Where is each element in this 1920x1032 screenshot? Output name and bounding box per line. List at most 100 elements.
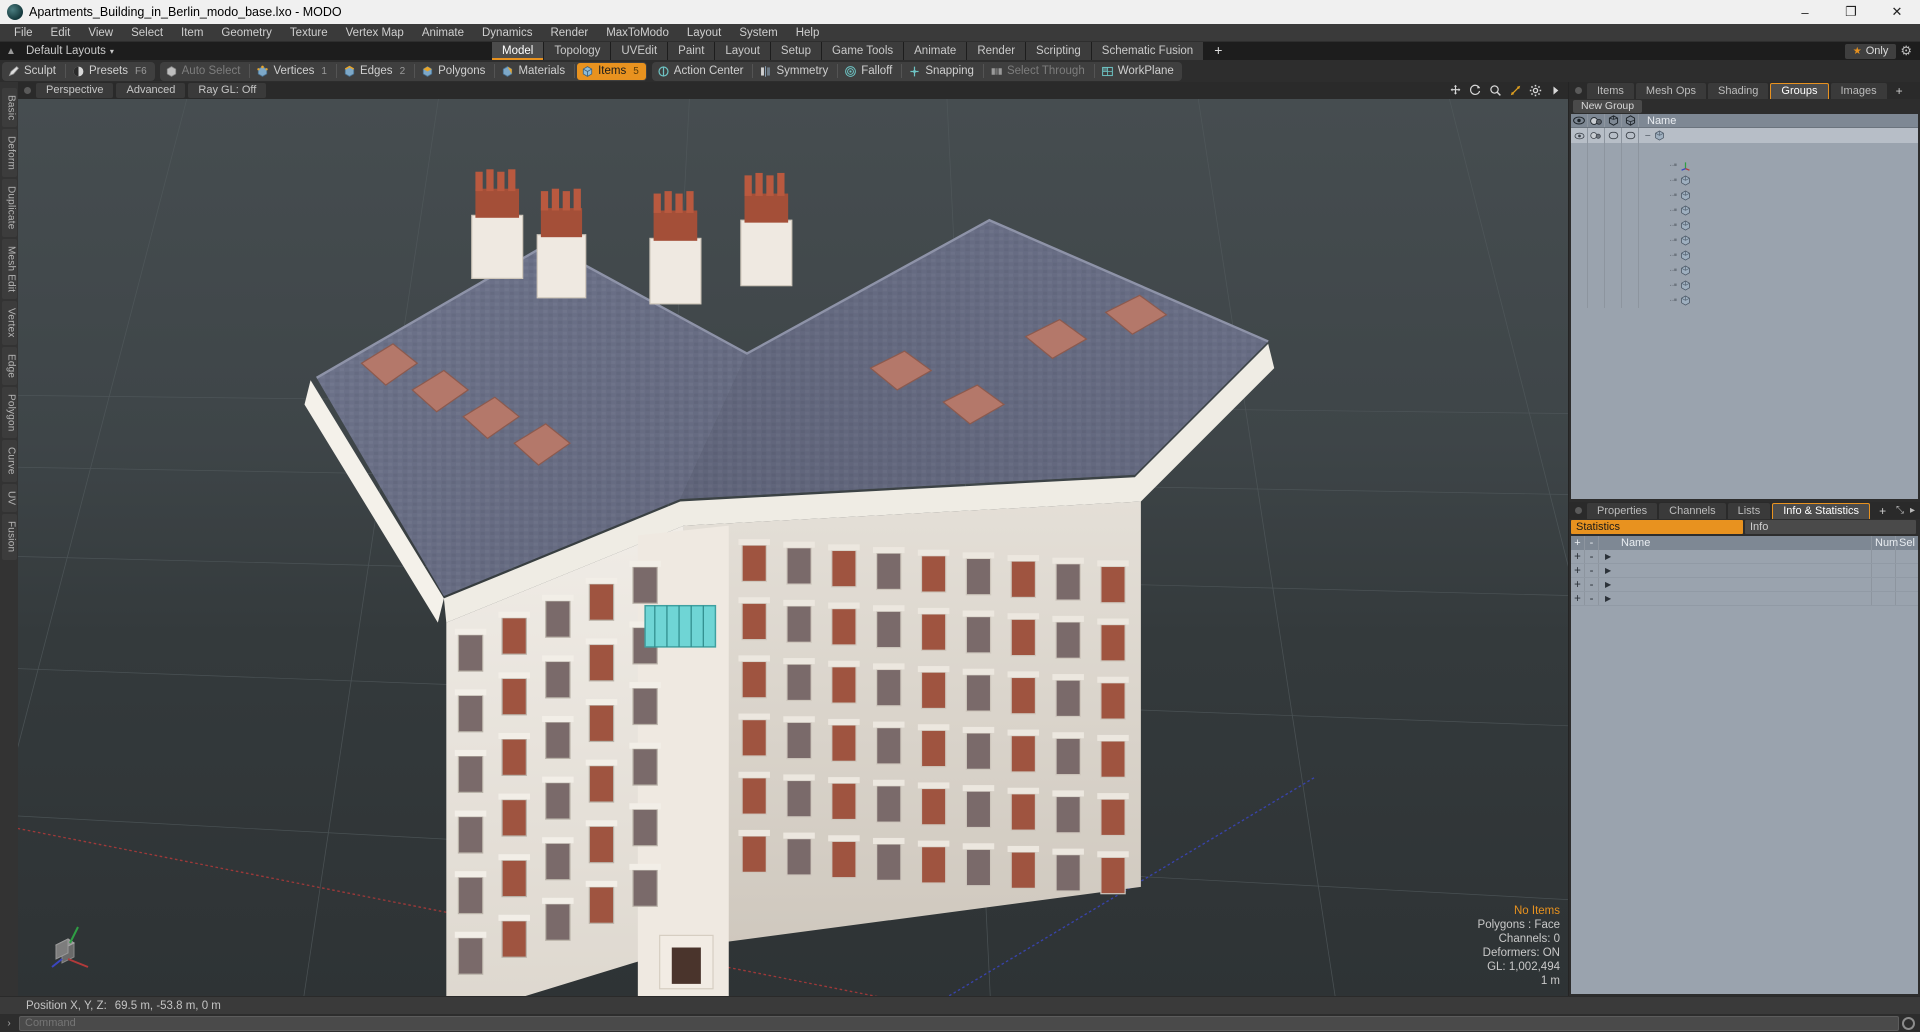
panel-chevron-right-icon[interactable]: ▸ [1910,505,1915,516]
item-row-toggle-1[interactable] [1588,203,1605,218]
item-row-toggle-0[interactable] [1571,143,1588,158]
expander-triangle-icon[interactable]: ▶ [1605,550,1611,564]
item-row-toggle-1[interactable] [1588,173,1605,188]
stats-remove-button[interactable]: - [1585,592,1599,605]
collapse-arrow-icon[interactable]: ▲ [0,46,22,57]
render-column-header[interactable] [1588,114,1605,127]
viewport-tab-raygl[interactable]: Ray GL: Off [188,83,267,98]
tree-expander[interactable]: – [1645,130,1650,141]
menu-select[interactable]: Select [122,24,172,42]
expander-triangle-icon[interactable]: ▶ [1605,578,1611,592]
item-list-row[interactable]: ··▪ [1571,233,1918,248]
stats-tab-info-statistics[interactable]: Info & Statistics [1772,502,1871,519]
menu-render[interactable]: Render [541,24,597,42]
item-row-toggle-0[interactable] [1571,278,1588,293]
toolbar-select-through-button[interactable]: Select Through [986,63,1092,80]
layout-tab-schematic-fusion[interactable]: Schematic Fusion [1091,42,1204,60]
menu-maxtomodo[interactable]: MaxToModo [597,24,678,42]
new-group-button[interactable]: New Group [1573,100,1643,113]
menu-geometry[interactable]: Geometry [212,24,281,42]
close-button[interactable]: ✕ [1874,0,1920,24]
item-row-toggle-3[interactable] [1622,188,1639,203]
item-row-toggle-3[interactable] [1622,278,1639,293]
item-row-toggle-0[interactable] [1571,218,1588,233]
item-row-toggle-3[interactable] [1622,158,1639,173]
menu-view[interactable]: View [79,24,122,42]
menu-dynamics[interactable]: Dynamics [473,24,541,42]
toolbar-items-button[interactable]: Items 5 [577,62,646,80]
rail-item-uv[interactable]: UV [1,484,17,513]
toolbar-edges-button[interactable]: Edges 2 [339,63,412,80]
add-stats-tab-button[interactable]: + [1872,504,1893,518]
layout-tab-setup[interactable]: Setup [770,42,821,60]
item-list-row[interactable]: ··▪ [1571,188,1918,203]
layout-tab-paint[interactable]: Paint [668,42,715,60]
stats-remove-button[interactable]: - [1585,564,1599,577]
shape-column-header-2[interactable] [1622,114,1639,127]
item-list-row[interactable]: ··▪ [1571,293,1918,308]
item-row-toggle-3[interactable] [1622,248,1639,263]
item-list-row[interactable]: ··▪ [1571,278,1918,293]
item-row-toggle-3[interactable] [1622,143,1639,158]
only-toggle[interactable]: ★ Only [1844,43,1897,59]
right-panel-menu-dot-icon[interactable] [1575,87,1582,94]
command-expand-arrow-icon[interactable]: › [2,1018,16,1029]
toolbar-falloff-button[interactable]: Falloff [840,63,899,80]
item-row-toggle-0[interactable] [1571,263,1588,278]
item-row-toggle-1[interactable] [1588,218,1605,233]
item-row-toggle-2[interactable] [1605,158,1622,173]
item-row-toggle-3[interactable] [1622,233,1639,248]
add-right-tab-button[interactable]: + [1889,84,1910,98]
item-list-row[interactable]: ··▪ [1571,173,1918,188]
item-row-toggle-3[interactable] [1622,173,1639,188]
toolbar-symmetry-button[interactable]: Symmetry [755,63,835,80]
toolbar-action-center-button[interactable]: Action Center [653,63,751,80]
item-row-toggle-1[interactable] [1588,188,1605,203]
stats-subtab-info[interactable]: Info [1745,520,1916,534]
expander-triangle-icon[interactable]: ▶ [1605,592,1611,606]
3d-viewport[interactable]: No Items Polygons : Face Channels: 0 Def… [18,99,1568,996]
item-row-toggle-2[interactable] [1605,203,1622,218]
layout-tab-scripting[interactable]: Scripting [1026,42,1091,60]
item-row-toggle-0[interactable] [1571,158,1588,173]
item-row-toggle-1[interactable] [1588,293,1605,308]
chevron-right-icon[interactable] [1549,84,1562,97]
layout-tab-render[interactable]: Render [967,42,1026,60]
item-row-toggle-3[interactable] [1622,203,1639,218]
item-row-toggle-0[interactable] [1571,173,1588,188]
statistics-row[interactable]: + - ▶ [1571,564,1918,578]
item-row-toggle-1[interactable] [1588,278,1605,293]
item-row-toggle-2[interactable] [1605,233,1622,248]
item-row-toggle-2[interactable] [1605,128,1622,143]
stats-subtab-statistics[interactable]: Statistics [1571,520,1743,534]
right-tab-shading[interactable]: Shading [1708,82,1769,99]
rail-item-mesh-edit[interactable]: Mesh Edit [1,238,17,300]
rail-item-edge[interactable]: Edge [1,346,17,385]
shape-column-header-1[interactable] [1605,114,1622,127]
statistics-row[interactable]: + - ▶ [1571,578,1918,592]
rail-item-basic[interactable]: Basic [1,88,17,128]
toolbar-presets-button[interactable]: Presets F6 [68,63,154,80]
expand-panel-icon[interactable]: ⤡ [1896,505,1904,516]
stats-panel-menu-dot-icon[interactable] [1575,507,1582,514]
item-row-toggle-0[interactable] [1571,248,1588,263]
item-row-toggle-0[interactable] [1571,203,1588,218]
item-list-row[interactable]: ··▪ [1571,218,1918,233]
layout-tab-uvedit[interactable]: UVEdit [611,42,668,60]
viewport-tab-advanced[interactable]: Advanced [116,83,186,98]
rail-item-deform[interactable]: Deform [1,129,17,178]
group-item-list[interactable]: Name – ··▪ ··▪ ··▪ ··▪ ··▪ ··▪ ··▪ ··▪ ··▪ ··▪ [1571,114,1918,499]
right-tab-items[interactable]: Items [1587,82,1634,99]
item-row-toggle-2[interactable] [1605,263,1622,278]
rotate-icon[interactable] [1469,84,1482,97]
item-row-toggle-3[interactable] [1622,263,1639,278]
menu-system[interactable]: System [730,24,786,42]
rail-item-duplicate[interactable]: Duplicate [1,179,17,237]
item-list-row[interactable]: ··▪ [1571,263,1918,278]
item-row-toggle-2[interactable] [1605,218,1622,233]
item-row-toggle-3[interactable] [1622,293,1639,308]
menu-layout[interactable]: Layout [678,24,731,42]
menu-file[interactable]: File [5,24,42,42]
toolbar-sculpt-button[interactable]: Sculpt [3,63,63,80]
command-input[interactable] [19,1015,1899,1031]
